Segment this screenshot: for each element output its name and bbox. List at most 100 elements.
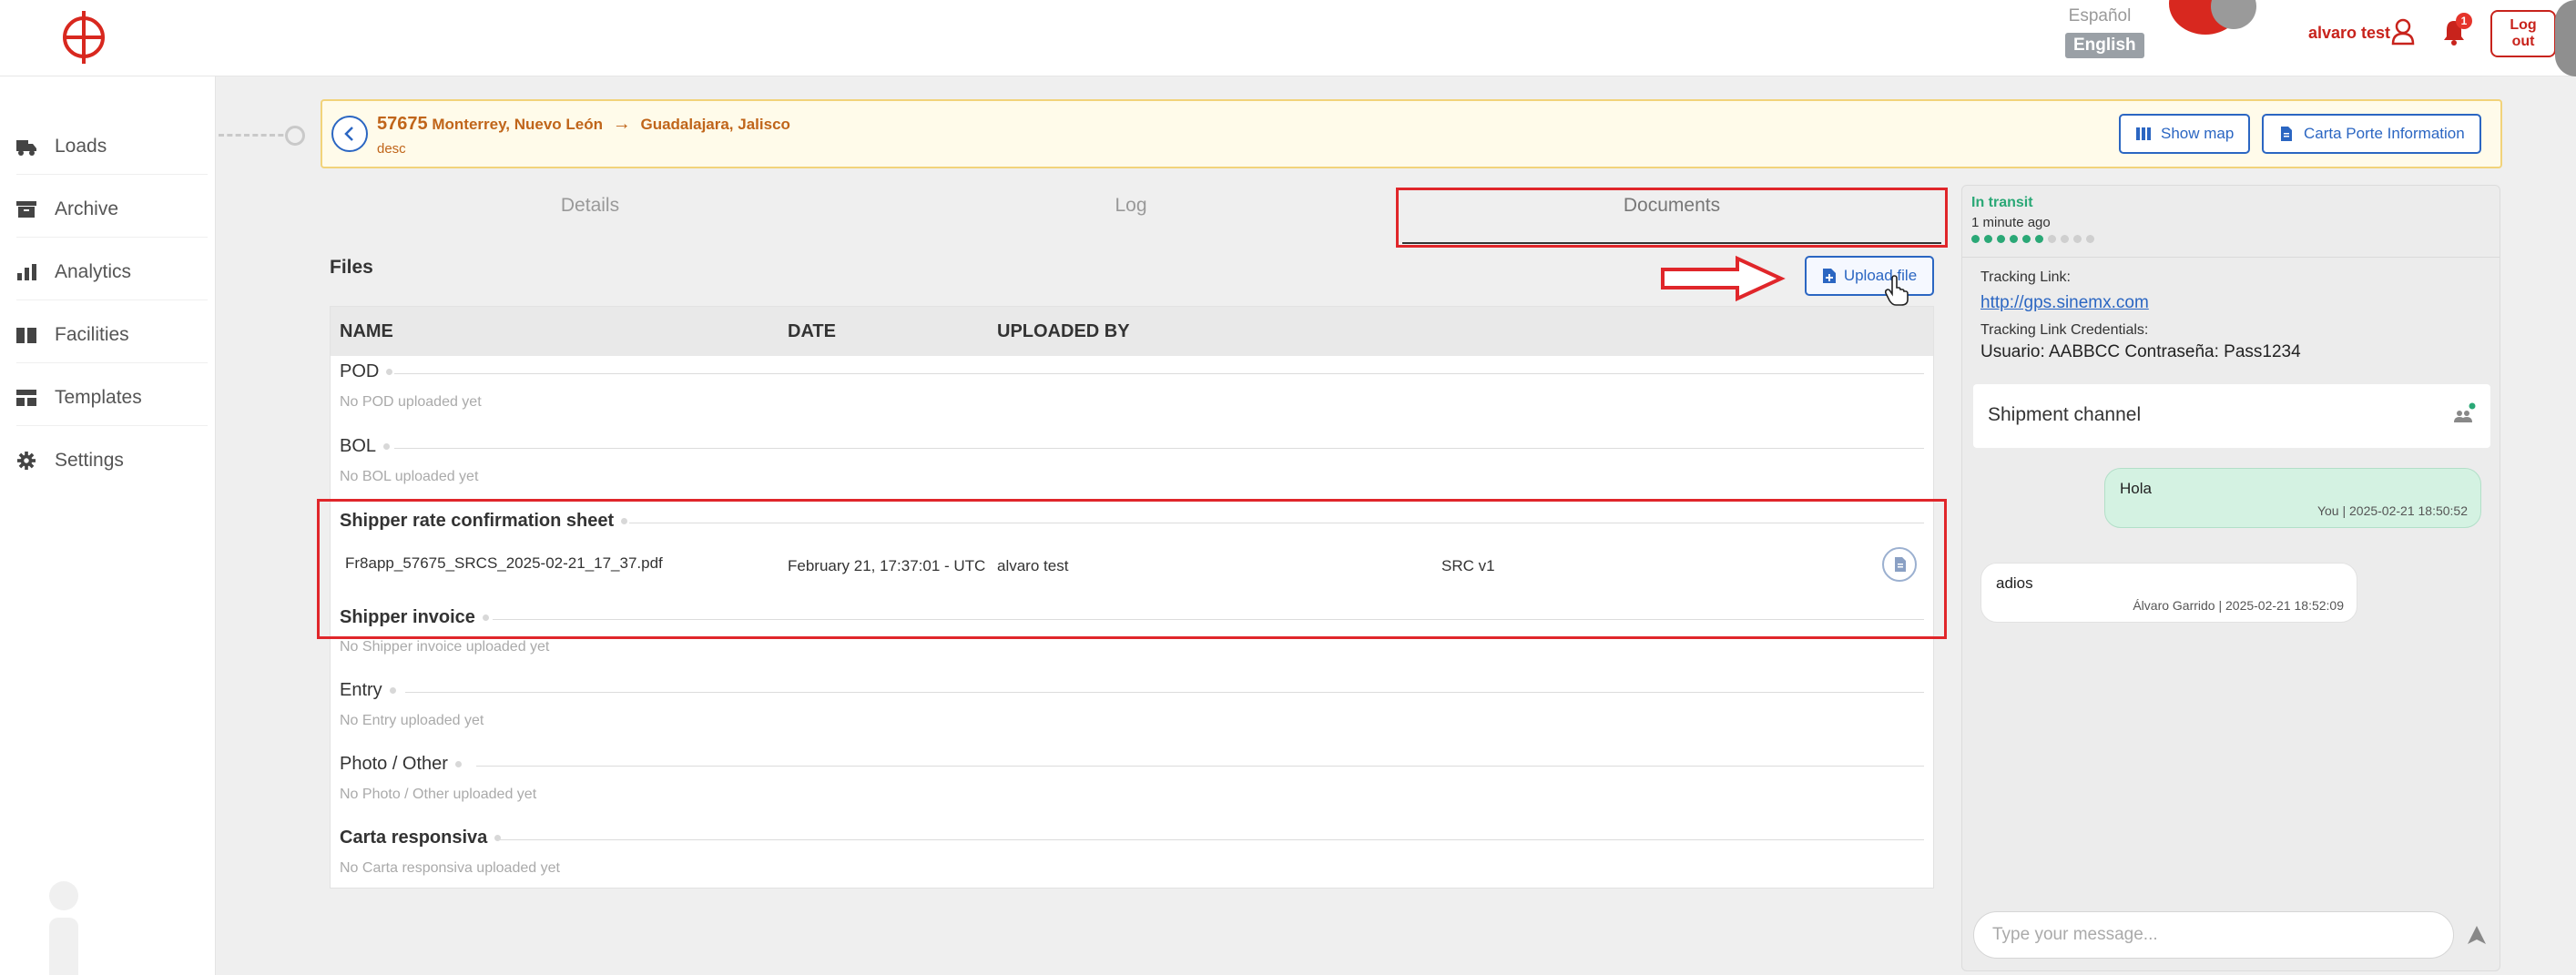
category-dot [389, 687, 396, 695]
category-divider [394, 373, 1924, 374]
warehouse-icon [16, 327, 36, 343]
send-icon[interactable] [2467, 925, 2487, 945]
file-add-icon [1822, 269, 1836, 283]
message-text: adios [1996, 574, 2033, 592]
tracking-panel: In transit 1 minute ago Tracking Link: h… [1961, 185, 2500, 971]
tracking-credentials-label: Tracking Link Credentials: [1980, 322, 2149, 338]
progress-dot [1984, 235, 1992, 243]
truck-icon [16, 139, 36, 156]
progress-dot [2061, 235, 2069, 243]
route-destination: Guadalajara, Jalisco [640, 116, 790, 133]
sidebar-item-label: Analytics [55, 260, 132, 282]
tab-details[interactable]: Details [499, 195, 681, 217]
status-updated: 1 minute ago [1971, 215, 2051, 230]
status-badge: In transit [1971, 195, 2033, 210]
people-icon[interactable] [2452, 402, 2476, 426]
progress-dot [2022, 235, 2031, 243]
category-label: BOL [340, 436, 377, 456]
sidebar: Loads Archive Analytics Facilities Templ… [0, 76, 216, 975]
user-name[interactable]: alvaro test [2308, 24, 2390, 43]
decorative-watermark [49, 881, 78, 975]
carta-porte-button[interactable]: Carta Porte Information [2262, 114, 2481, 154]
template-icon [16, 389, 36, 406]
chevron-left-icon [344, 127, 353, 141]
category-label: Photo / Other [340, 754, 448, 774]
files-title: Files [330, 257, 373, 278]
category-label: Carta responsiva [340, 828, 488, 848]
empty-note: No Carta responsiva uploaded yet [340, 860, 560, 876]
message-input[interactable] [1973, 911, 2454, 959]
empty-note: No Entry uploaded yet [340, 713, 484, 728]
bar-chart-icon [17, 263, 36, 280]
map-icon [2136, 127, 2151, 140]
top-bar: Español English alvaro test 1 Log out [0, 0, 2576, 76]
tracking-link[interactable]: http://gps.sinemx.com [1980, 293, 2149, 313]
empty-note: No BOL uploaded yet [340, 469, 479, 484]
empty-note: No Shipper invoice uploaded yet [340, 639, 550, 655]
sidebar-item-templates[interactable]: Templates [16, 370, 208, 426]
column-header-uploaded-by: UPLOADED BY [997, 321, 1130, 341]
sidebar-item-label: Loads [55, 135, 107, 157]
category-dot [386, 369, 393, 376]
upload-file-button[interactable]: Upload file [1805, 256, 1934, 296]
logout-label-line2: out [2511, 34, 2535, 49]
table-header: NAME DATE UPLOADED BY [331, 307, 1933, 356]
category-divider [405, 692, 1924, 693]
annotation-highlight-file-row [317, 499, 1947, 639]
shipment-channel-header: Shipment channel [1973, 384, 2490, 448]
sidebar-item-settings[interactable]: Settings [16, 432, 208, 489]
sidebar-item-facilities[interactable]: Facilities [16, 307, 208, 363]
progress-dot [1971, 235, 1980, 243]
notification-badge: 1 [2456, 13, 2472, 29]
progress-dot [2010, 235, 2018, 243]
logo-icon[interactable] [56, 9, 111, 66]
message-meta: You | 2025-02-21 18:50:52 [2316, 503, 2468, 518]
load-description: desc [377, 141, 406, 157]
empty-note: No POD uploaded yet [340, 394, 482, 410]
tracking-credentials: Usuario: AABBCC Contraseña: Pass1234 [1980, 342, 2301, 361]
language-option-en[interactable]: English [2065, 33, 2144, 58]
language-option-es[interactable]: Español [2065, 5, 2134, 27]
sidebar-item-analytics[interactable]: Analytics [16, 244, 208, 300]
category-label: POD [340, 361, 380, 381]
document-icon [2281, 127, 2292, 141]
route-title: 57675 Monterrey, Nuevo León → Guadalajar… [377, 114, 790, 135]
progress-dot [2073, 235, 2082, 243]
show-map-button[interactable]: Show map [2119, 114, 2251, 154]
message-bubble-own: Hola You | 2025-02-21 18:50:52 [2104, 468, 2481, 528]
user-icon[interactable] [2391, 18, 2415, 46]
message-text: Hola [2120, 480, 2152, 497]
logout-button[interactable]: Log out [2490, 10, 2556, 57]
sidebar-item-archive[interactable]: Archive [16, 181, 208, 238]
progress-dot [2035, 235, 2043, 243]
category-carta-responsiva: Carta responsiva [340, 828, 502, 848]
load-id: 57675 [377, 114, 428, 134]
message-bubble-other: adios Álvaro Garrido | 2025-02-21 18:52:… [1980, 563, 2357, 623]
progress-steps [1971, 235, 2099, 243]
category-pod: POD [340, 361, 393, 382]
category-divider [498, 839, 1924, 840]
message-meta: Álvaro Garrido | 2025-02-21 18:52:09 [2133, 598, 2344, 613]
category-label: Entry [340, 680, 382, 700]
category-dot [454, 761, 462, 768]
category-photo-other: Photo / Other [340, 754, 462, 775]
show-map-label: Show map [2161, 125, 2235, 142]
progress-dot [1997, 235, 2005, 243]
tracking-link-label: Tracking Link: [1980, 269, 2071, 285]
route-connector-node [285, 126, 305, 146]
load-header: 57675 Monterrey, Nuevo León → Guadalajar… [321, 99, 2502, 168]
progress-dot [2048, 235, 2056, 243]
back-button[interactable] [331, 116, 368, 152]
tab-log[interactable]: Log [1040, 195, 1222, 217]
logout-label-line1: Log [2510, 17, 2537, 33]
column-header-name: NAME [340, 321, 393, 341]
annotation-highlight-documents-tab [1396, 188, 1948, 248]
sidebar-item-loads[interactable]: Loads [16, 118, 208, 175]
empty-note: No Photo / Other uploaded yet [340, 787, 537, 802]
category-dot [494, 835, 502, 842]
category-divider [476, 766, 1924, 767]
archive-icon [16, 200, 36, 218]
category-dot [383, 443, 391, 451]
sidebar-item-label: Settings [55, 450, 124, 471]
progress-dot [2086, 235, 2094, 243]
